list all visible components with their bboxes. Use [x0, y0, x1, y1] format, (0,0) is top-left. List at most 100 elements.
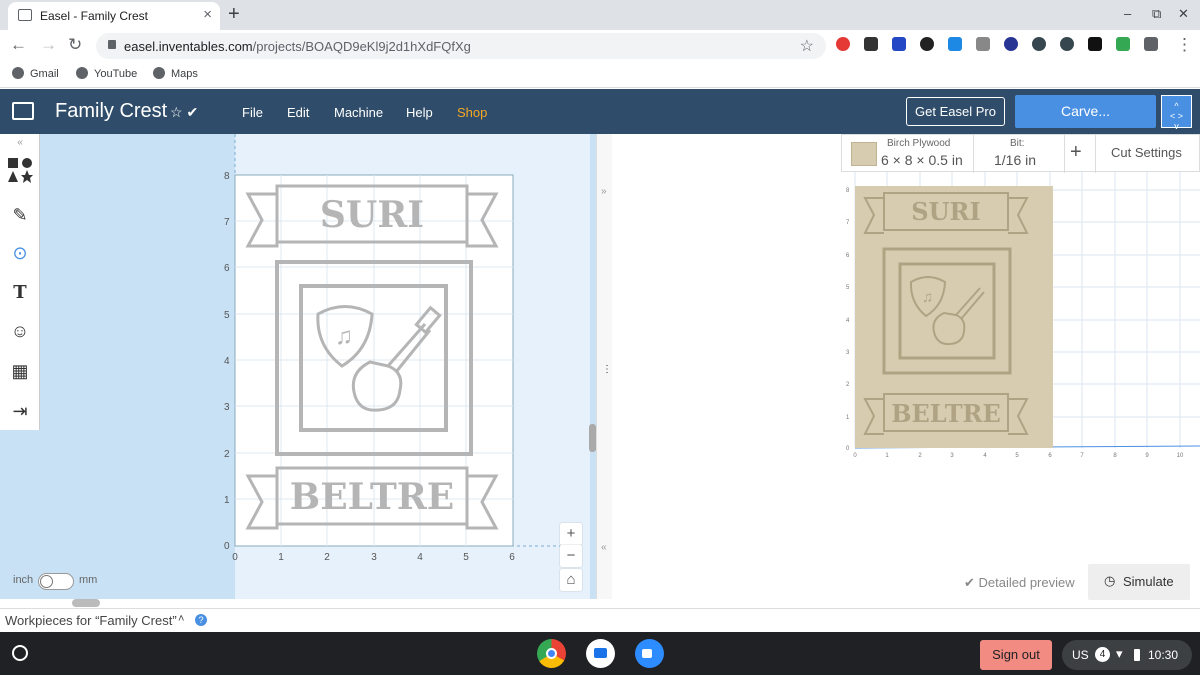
tab-close-icon[interactable]: ×	[203, 6, 212, 23]
svg-text:3: 3	[224, 402, 230, 413]
new-tab-button[interactable]: +	[228, 3, 240, 26]
material-swatch[interactable]	[851, 142, 877, 166]
svg-text:2: 2	[846, 382, 850, 388]
expand-right-icon[interactable]: »	[601, 186, 607, 197]
expand-arrows-icon[interactable]: ^ < > v	[1161, 95, 1192, 131]
extension-monitor-icon[interactable]	[1088, 37, 1102, 51]
menu-shop[interactable]: Shop	[457, 105, 487, 120]
material-size[interactable]: 6 × 8 × 0.5 in	[881, 152, 963, 168]
browser-menu-icon[interactable]: ⋮	[1176, 35, 1193, 55]
svg-text:8: 8	[846, 188, 850, 194]
back-arrow-icon[interactable]: ←	[10, 35, 27, 55]
system-tray[interactable]: US 4 ▾ 10:30	[1062, 640, 1192, 670]
extension-adblock-icon[interactable]	[836, 37, 850, 51]
bit-value[interactable]: 1/16 in	[994, 152, 1036, 168]
google-drive-icon[interactable]	[1116, 37, 1130, 51]
chrome-icon-center	[546, 648, 557, 659]
unit-toggle[interactable]	[38, 573, 74, 590]
expand-left-icon[interactable]: «	[601, 542, 607, 553]
svg-text:5: 5	[463, 552, 469, 563]
svg-text:6: 6	[1048, 453, 1052, 459]
bookmark-maps[interactable]: Maps	[153, 67, 198, 80]
bookmark-youtube[interactable]: YouTube	[76, 67, 137, 80]
extension-shield-icon[interactable]	[1032, 37, 1046, 51]
zoom-in-button[interactable]: +	[560, 523, 582, 545]
bookmark-star-icon[interactable]: ☆	[800, 36, 814, 56]
point-tool-icon[interactable]: ⊙	[0, 234, 40, 272]
menu-file[interactable]: File	[242, 105, 263, 120]
canvas-y-axis: 8 7 6 5 4 3 2 1 0	[224, 171, 230, 552]
svg-text:0: 0	[853, 453, 857, 459]
icons-tool-icon[interactable]: ☺	[0, 312, 40, 350]
help-icon[interactable]: ?	[195, 614, 207, 626]
bottom-banner-text[interactable]: BELTRE	[290, 476, 454, 518]
extension-icon[interactable]	[920, 37, 934, 51]
favorite-star-icon[interactable]: ☆ ✔	[170, 104, 198, 121]
workpieces-bar: Workpieces for “Family Crest” ˄ ?	[0, 608, 1200, 632]
browser-tab[interactable]: Easel - Family Crest ×	[8, 2, 220, 30]
url-text[interactable]: easel.inventables.com/projects/BOAQD9eKl…	[124, 39, 471, 54]
extension-icon[interactable]	[864, 37, 878, 51]
browser-tab-strip: Easel - Family Crest × + – ⧉ ✕	[0, 0, 1200, 30]
svg-text:6: 6	[224, 263, 230, 274]
unit-inch-label: inch	[13, 574, 34, 586]
drag-handle-icon[interactable]: ⋮	[602, 364, 612, 375]
detailed-preview-toggle[interactable]: ✔ Detailed preview	[964, 575, 1075, 591]
canvas-x-axis: 0 1 2 3 4 5 6	[232, 552, 515, 563]
extension-k-icon[interactable]	[1004, 37, 1018, 51]
forward-arrow-icon[interactable]: →	[40, 35, 57, 55]
cut-settings-button[interactable]: Cut Settings	[1111, 145, 1182, 160]
svg-text:1: 1	[885, 453, 889, 459]
launcher-icon[interactable]	[12, 645, 28, 661]
import-tool-icon[interactable]: ⇥	[0, 392, 40, 430]
horizontal-scrollbar[interactable]	[72, 599, 100, 607]
maximize-window-button[interactable]: ⧉	[1152, 6, 1161, 22]
bookmarks-bar: Gmail YouTube Maps	[0, 60, 1200, 88]
material-settings-bar: Birch Plywood 6 × 8 × 0.5 in Bit: 1/16 i…	[841, 134, 1200, 173]
address-bar[interactable]: easel.inventables.com/projects/BOAQD9eKl…	[96, 33, 826, 59]
svg-text:4: 4	[224, 356, 230, 367]
add-bit-button[interactable]: +	[1070, 141, 1082, 164]
carve-preview[interactable]: SURI ♫ BELTRE 8 7 6 5 4 3 2 1 0 0 1 2 3 …	[840, 172, 1200, 462]
bookmark-gmail[interactable]: Gmail	[12, 67, 59, 80]
zoom-out-button[interactable]: −	[560, 545, 582, 567]
chevron-up-icon[interactable]: ˄	[178, 613, 184, 625]
menu-edit[interactable]: Edit	[287, 105, 309, 120]
carved-music-note-icon: ♫	[922, 289, 933, 306]
svg-text:5: 5	[846, 285, 850, 291]
material-name[interactable]: Birch Plywood	[887, 138, 950, 149]
extension-shield-icon[interactable]	[1060, 37, 1074, 51]
svg-text:10: 10	[1177, 453, 1184, 459]
apps-tool-icon[interactable]: ▦	[0, 352, 40, 390]
reload-icon[interactable]: ↻	[68, 35, 82, 55]
menu-help[interactable]: Help	[406, 105, 433, 120]
svg-text:5: 5	[1015, 453, 1019, 459]
project-title[interactable]: Family Crest	[55, 100, 167, 123]
design-canvas[interactable]: SURI ♫ BELTRE 8 7 6 5 4 3 2 1 0 0 1 2 3 …	[220, 134, 600, 604]
sign-out-button[interactable]: Sign out	[980, 640, 1052, 670]
simulate-button[interactable]: ◷ Simulate	[1088, 564, 1190, 600]
close-window-button[interactable]: ✕	[1178, 6, 1189, 22]
carve-button[interactable]: Carve...	[1015, 95, 1156, 128]
text-tool-icon[interactable]: T	[0, 274, 40, 312]
get-easel-pro-button[interactable]: Get Easel Pro	[906, 97, 1005, 126]
home-view-icon[interactable]: ⌂	[560, 569, 582, 591]
minimize-window-button[interactable]: –	[1124, 6, 1131, 21]
shapes-tool-icon[interactable]	[0, 156, 40, 194]
svg-text:4: 4	[983, 453, 987, 459]
bit-label: Bit:	[1010, 138, 1025, 149]
pane-divider[interactable]: » ⋮ «	[596, 134, 612, 599]
vertical-scrollbar[interactable]	[589, 424, 596, 452]
pen-tool-icon[interactable]: ✎	[0, 196, 40, 234]
extension-screenshot-icon[interactable]	[948, 37, 962, 51]
globe-icon	[12, 67, 24, 79]
extensions-puzzle-icon[interactable]	[1144, 37, 1158, 51]
workpieces-label[interactable]: Workpieces for “Family Crest”	[5, 613, 177, 628]
collapse-panel-icon[interactable]: «	[0, 134, 40, 152]
menu-machine[interactable]: Machine	[334, 105, 383, 120]
divider	[1095, 135, 1096, 173]
extension-c-icon[interactable]	[892, 37, 906, 51]
easel-logo-icon[interactable]	[12, 102, 34, 120]
top-banner-text[interactable]: SURI	[320, 194, 424, 236]
extension-icon[interactable]	[976, 37, 990, 51]
